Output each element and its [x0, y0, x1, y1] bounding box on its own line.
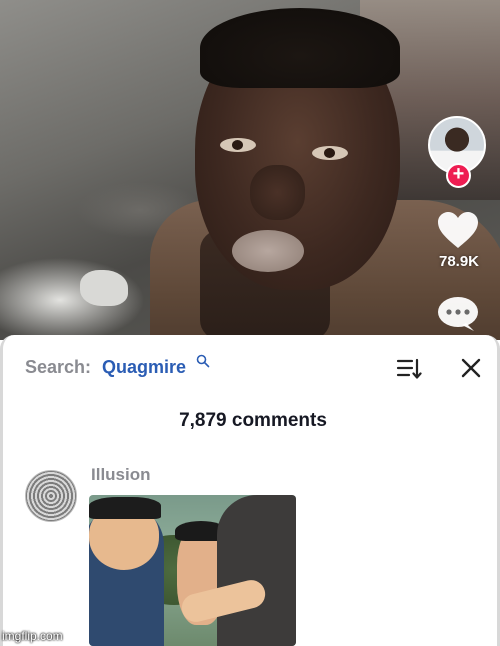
comment-author-avatar[interactable] — [25, 470, 77, 522]
image-man-right — [217, 495, 296, 646]
video-player[interactable] — [0, 0, 500, 340]
person-eye-right — [312, 146, 348, 160]
person-eye-left — [220, 138, 256, 152]
person-hair — [200, 8, 400, 88]
search-icon[interactable] — [196, 354, 210, 368]
comments-panel: Search: Quagmire 7,879 comments Illusion — [0, 335, 500, 646]
watermark: imgflip.com — [2, 629, 63, 643]
close-icon[interactable] — [460, 357, 482, 379]
search-term-link[interactable]: Quagmire — [102, 357, 186, 378]
background-rock — [80, 270, 128, 306]
heart-icon[interactable] — [436, 210, 480, 250]
speech-bubble-icon[interactable] — [436, 295, 480, 333]
comment-image[interactable] — [89, 495, 296, 646]
image-man-left-hair — [89, 497, 161, 519]
search-label: Search: — [25, 357, 92, 377]
sort-icon[interactable] — [396, 358, 422, 380]
follow-button[interactable]: + — [446, 163, 471, 188]
comment-count: 7,879 comments — [179, 410, 327, 431]
like-count: 78.9K — [438, 253, 480, 270]
person-nose — [250, 165, 305, 220]
person-lips — [232, 230, 304, 272]
comment-username[interactable]: Illusion — [91, 465, 151, 485]
